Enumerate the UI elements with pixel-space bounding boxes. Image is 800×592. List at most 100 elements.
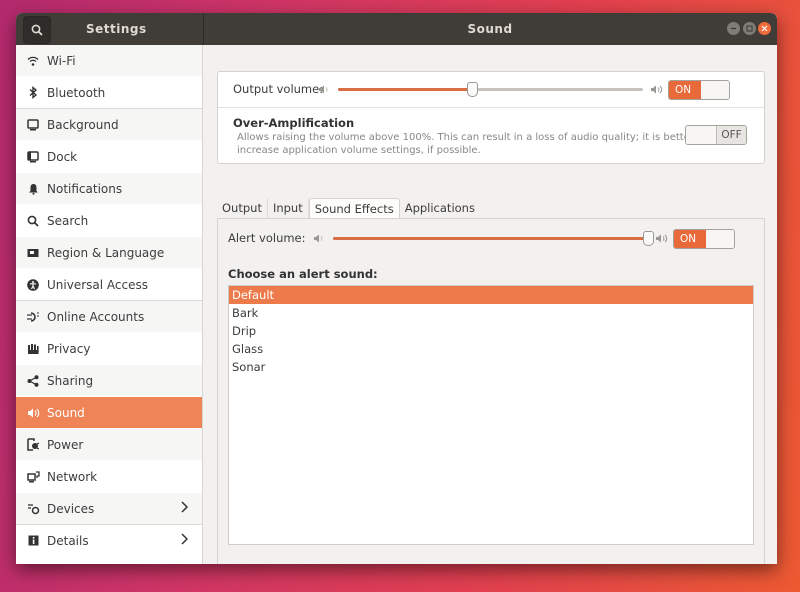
alert-sound-switch[interactable]: ON [673,229,735,249]
info-icon [26,534,40,548]
alert-volume-handle[interactable] [643,231,654,246]
sound-effects-panel: Alert volume: ON Choose an alert sound: … [217,218,765,564]
chevron-right-icon [181,501,188,513]
settings-window: Settings Sound Wi-Fi Bluetooth Backgroun… [16,13,777,564]
output-switch[interactable]: ON [668,80,730,100]
alert-volume-slider[interactable] [333,231,654,246]
sidebar-item-label: Details [47,533,89,548]
switch-thumb [706,230,734,248]
output-volume-fill [338,88,473,91]
alert-volume-label: Alert volume: [228,231,306,245]
sidebar-item-label: Sound [47,405,85,420]
output-volume-slider[interactable] [338,82,643,97]
search-button[interactable] [23,16,51,44]
alert-sound-item[interactable]: Drip [229,322,753,340]
over-amplification-title: Over-Amplification [233,116,355,130]
wifi-icon [26,54,40,68]
sidebar-item-sound[interactable]: Sound [16,397,202,429]
accessibility-icon [26,278,40,292]
sidebar-item-label: Dock [47,149,78,164]
sound-tabs: Output Input Sound Effects Applications [217,198,480,219]
power-plug-icon [26,438,40,452]
share-icon [26,374,40,388]
switch-state-label: ON [669,81,701,99]
sidebar-item-background[interactable]: Background [16,109,202,141]
devices-icon [26,502,40,516]
maximize-icon [746,25,753,32]
sidebar-item-label: Wi-Fi [47,53,76,68]
sidebar-item-bluetooth[interactable]: Bluetooth [16,77,202,109]
tab-applications[interactable]: Applications [400,198,480,218]
minimize-button[interactable] [727,22,740,35]
output-volume-label: Output volume: [233,82,324,96]
dock-icon [26,150,40,164]
alert-volume-fill [333,237,648,240]
sidebar-item-universal-access[interactable]: Universal Access [16,269,202,301]
output-volume-handle[interactable] [467,82,479,97]
bluetooth-icon [26,86,40,100]
sidebar-item-label: Notifications [47,181,123,196]
tab-output[interactable]: Output [217,198,268,218]
sound-panel: Output volume: ON Over-Amplification All… [203,45,777,564]
sidebar-item-label: Region & Language [47,245,165,260]
alert-sound-item[interactable]: Sonar [229,358,753,376]
sidebar-item-label: Network [47,469,98,484]
over-amplification-desc-2: increase application volume settings, if… [237,145,481,156]
sidebar-item-label: Sharing [47,373,94,388]
maximize-button[interactable] [743,22,756,35]
alert-sound-item[interactable]: Default [229,286,753,304]
sidebar-item-wifi[interactable]: Wi-Fi [16,45,202,77]
alert-sound-item[interactable]: Glass [229,340,753,358]
bell-icon [26,182,40,196]
sidebar-item-notifications[interactable]: Notifications [16,173,202,205]
choose-alert-sound-label: Choose an alert sound: [228,267,378,281]
over-amplification-switch[interactable]: OFF [685,125,747,145]
sidebar-item-power[interactable]: Power [16,429,202,461]
alert-sound-list: Default Bark Drip Glass Sonar [228,285,754,545]
sidebar-item-online-accounts[interactable]: Online Accounts [16,301,202,333]
switch-state-label: ON [674,230,706,248]
privacy-hand-icon [26,342,40,356]
background-icon [26,118,40,132]
volume-high-icon [651,85,663,94]
sidebar-item-label: Privacy [47,341,91,356]
sidebar-item-label: Online Accounts [47,309,145,324]
speaker-icon [26,406,40,420]
volume-low-icon [314,234,323,243]
minimize-icon [731,27,736,30]
volume-high-icon [656,234,668,243]
tab-input[interactable]: Input [268,198,309,218]
output-volume-row: Output volume: ON [218,72,764,108]
output-settings-card: Output volume: ON Over-Amplification All… [217,71,765,164]
tab-sound-effects[interactable]: Sound Effects [308,198,400,219]
over-amplification-desc-1: Allows raising the volume above 100%. Th… [237,132,708,143]
online-accounts-icon [26,310,40,324]
sidebar: Wi-Fi Bluetooth Background Dock Notifica… [16,45,203,564]
sidebar-item-devices[interactable]: Devices [16,493,202,525]
sidebar-item-sharing[interactable]: Sharing [16,365,202,397]
sidebar-item-network[interactable]: Network [16,461,202,493]
sidebar-item-dock[interactable]: Dock [16,141,202,173]
sidebar-item-search[interactable]: Search [16,205,202,237]
sidebar-item-region-language[interactable]: Region & Language [16,237,202,269]
switch-state-label: OFF [717,126,746,144]
settings-title: Settings [86,22,147,36]
sidebar-item-label: Power [47,437,84,452]
sidebar-item-label: Search [47,213,89,228]
search-icon [26,214,40,228]
close-button[interactable] [758,22,771,35]
volume-low-icon [319,85,328,94]
sidebar-item-label: Bluetooth [47,85,106,100]
sidebar-item-details[interactable]: Details [16,525,202,557]
sidebar-item-label: Background [47,117,119,132]
switch-thumb [686,126,717,144]
close-icon [761,25,768,32]
alert-sound-item[interactable]: Bark [229,304,753,322]
search-icon [31,24,43,36]
network-icon [26,470,40,484]
sidebar-item-label: Universal Access [47,277,148,292]
chevron-right-icon [181,533,188,545]
sidebar-item-privacy[interactable]: Privacy [16,333,202,365]
panel-title: Sound [467,22,513,36]
sidebar-item-label: Devices [47,501,95,516]
